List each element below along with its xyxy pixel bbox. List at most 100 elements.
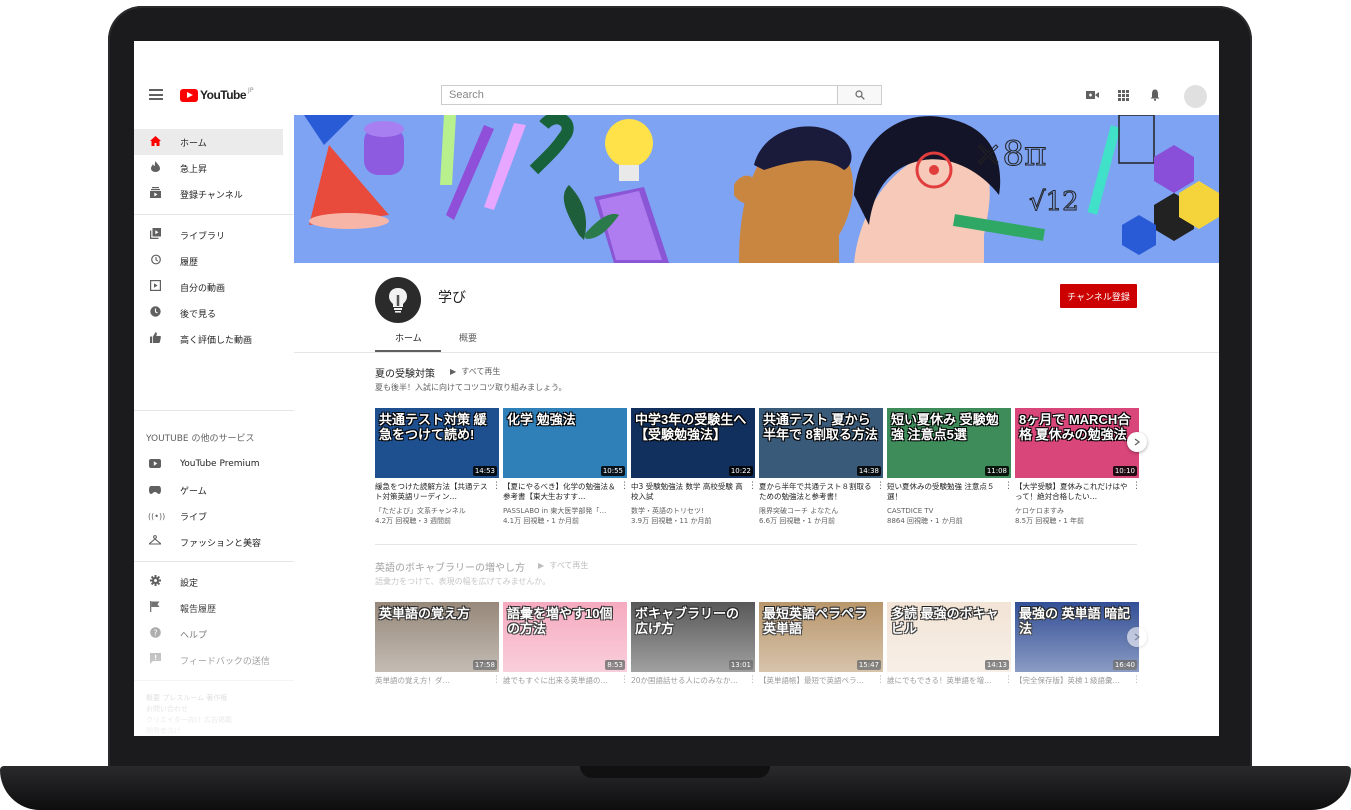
video-thumbnail[interactable]: 最強の 英単語 暗記法 16:40 — [1015, 602, 1139, 672]
create-video-icon[interactable] — [1085, 88, 1099, 102]
lightbulb-icon — [389, 288, 407, 313]
tab-about[interactable]: 概要 — [459, 331, 477, 344]
video-thumbnail[interactable]: 多読 最強のボキャビル 14:13 — [887, 602, 1011, 672]
video-channel-name[interactable]: 数学・英語のトリセツ! — [631, 506, 753, 516]
thumbnail-caption: 共通テスト 夏から半年で 8割取る方法 — [763, 412, 878, 442]
sidebar-item-gaming[interactable]: ゲーム — [134, 477, 283, 503]
sidebar-item-subscriptions[interactable]: 登録チャンネル — [134, 181, 283, 207]
thumbnail-caption: ボキャブラリーの 広げ方 — [635, 606, 740, 636]
video-duration: 10:55 — [600, 466, 625, 476]
more-options-icon[interactable]: ⋮ — [1132, 481, 1141, 491]
footer-links[interactable]: 概要 プレスルーム 著作権 お問い合わせ クリエイター向け 広告掲載 開発者向け — [146, 693, 286, 736]
more-options-icon[interactable]: ⋮ — [876, 675, 885, 685]
thumbnail-caption: 共通テスト対策 緩急をつけて読め! — [379, 412, 487, 442]
next-arrow-button[interactable] — [1127, 432, 1147, 452]
settings-icon — [148, 575, 162, 589]
subscribe-button[interactable]: チャンネル登録 — [1060, 284, 1137, 308]
channel-avatar[interactable] — [375, 277, 421, 323]
video-thumbnail[interactable]: 共通テスト 夏から半年で 8割取る方法 14:38 — [759, 408, 883, 478]
sidebar-item-label: 高く評価した動画 — [180, 335, 253, 346]
shelf-title[interactable]: 夏の受験対策 — [375, 365, 435, 380]
video-title[interactable]: 英単語の覚え方！ダ… — [375, 676, 491, 696]
more-options-icon[interactable]: ⋮ — [876, 481, 885, 491]
video-title[interactable]: 【完全保存版】英検１級語彙… — [1015, 676, 1131, 696]
video-thumbnail[interactable]: ボキャブラリーの 広げ方 13:01 — [631, 602, 755, 672]
sidebar-item-feedback[interactable]: フィードバックの送信 — [134, 647, 283, 673]
sidebar-item-liked-videos[interactable]: 高く評価した動画 — [134, 326, 283, 352]
more-options-icon[interactable]: ⋮ — [1004, 675, 1013, 685]
sidebar-item-report-history[interactable]: 報告履歴 — [134, 595, 283, 621]
notifications-bell-icon[interactable] — [1148, 88, 1162, 102]
video-title[interactable]: 短い夏休みの受験勉強 注意点５選！ — [887, 482, 1003, 502]
menu-icon[interactable] — [149, 89, 163, 100]
sidebar-item-label: ライブラリ — [180, 231, 226, 242]
video-thumbnail[interactable]: 8ヶ月で MARCH合格 夏休みの勉強法 10:10 — [1015, 408, 1139, 478]
more-options-icon[interactable]: ⋮ — [620, 481, 629, 491]
channel-banner: ×8π √12 — [294, 115, 1219, 263]
more-options-icon[interactable]: ⋮ — [1004, 481, 1013, 491]
footer-line: お問い合わせ — [146, 705, 188, 713]
video-duration: 15:47 — [856, 660, 881, 670]
apps-grid-icon[interactable] — [1116, 88, 1130, 102]
video-title[interactable]: 緩急をつけた読解方法【共通テスト対策英語リーディン… — [375, 482, 491, 502]
sidebar-item-settings[interactable]: 設定 — [134, 569, 283, 595]
tab-home[interactable]: ホーム — [395, 331, 422, 344]
video-thumbnail[interactable]: 短い夏休み 受験勉強 注意点5選 11:08 — [887, 408, 1011, 478]
sidebar-item-watch-later[interactable]: 後で見る — [134, 300, 283, 326]
video-thumbnail[interactable]: 語彙を増やす10個の方法 8:53 — [503, 602, 627, 672]
shelf-title[interactable]: 英語のボキャブラリーの増やし方 — [375, 559, 525, 574]
video-stats: 3.9万 回視聴・11 か月前 — [631, 517, 712, 525]
sidebar-item-label: ヘルプ — [180, 630, 208, 641]
sidebar-item-live[interactable]: ((•)) ライブ — [134, 503, 283, 529]
thumbnail-caption: 中学3年の受験生へ【受験勉強法】 — [635, 412, 747, 442]
more-options-icon[interactable]: ⋮ — [748, 481, 757, 491]
search-button[interactable] — [838, 85, 882, 105]
more-options-icon[interactable]: ⋮ — [620, 675, 629, 685]
video-thumbnail[interactable]: 化学 勉強法 10:55 — [503, 408, 627, 478]
services-heading: YOUTUBE の他のサービス — [146, 434, 255, 444]
video-stats: 4.1万 回視聴・1 か月前 — [503, 517, 580, 525]
thumbnail-caption: 最強の 英単語 暗記法 — [1019, 606, 1131, 636]
more-options-icon[interactable]: ⋮ — [492, 481, 501, 491]
video-thumbnail[interactable]: 最短英語ペラペラ 英単語 15:47 — [759, 602, 883, 672]
video-stats: 8.5万 回視聴・1 年前 — [1015, 517, 1085, 525]
video-title[interactable]: 中3 受験勉強法 数学 高校受験 高校入試 — [631, 482, 747, 502]
next-arrow-button[interactable] — [1127, 627, 1147, 647]
video-title[interactable]: 誰にでもできる！英単語を増… — [887, 676, 1003, 696]
video-channel-name[interactable]: PASSLABO in 東大医学部発「… — [503, 506, 625, 516]
sidebar-item-history[interactable]: 履歴 — [134, 248, 283, 274]
video-channel-name[interactable]: CASTDICE TV — [887, 506, 1009, 516]
video-title[interactable]: 誰でもすぐに出来る英単語の… — [503, 676, 619, 696]
search-input[interactable]: Search — [441, 85, 838, 105]
sidebar-item-label: 設定 — [180, 578, 199, 589]
sidebar-item-trending[interactable]: 急上昇 — [134, 155, 283, 181]
youtube-premium-icon — [148, 458, 162, 471]
channel-name: 学び — [438, 290, 466, 306]
video-title[interactable]: 夏から半年で共通テスト８割取るための勉強法と参考書！ — [759, 482, 875, 502]
video-title[interactable]: 【英単語帳】最短で英語ペラ… — [759, 676, 875, 696]
sidebar-item-your-videos[interactable]: 自分の動画 — [134, 274, 283, 300]
sidebar-item-youtube-premium[interactable]: YouTube Premium — [134, 451, 283, 477]
video-thumbnail[interactable]: 共通テスト対策 緩急をつけて読め! 14:53 — [375, 408, 499, 478]
sidebar-item-home[interactable]: ホーム — [134, 129, 283, 155]
video-title[interactable]: 【大学受験】夏休みこれだけはやって！絶対合格したい… — [1015, 482, 1131, 502]
play-all-button[interactable]: ▶ すべて再生 — [450, 366, 500, 377]
more-options-icon[interactable]: ⋮ — [492, 675, 501, 685]
history-icon — [148, 254, 162, 268]
sidebar-item-label: ゲーム — [180, 486, 207, 497]
user-avatar[interactable] — [1184, 85, 1207, 108]
more-options-icon[interactable]: ⋮ — [1132, 675, 1141, 685]
video-channel-name[interactable]: 「ただよび」文系チャンネル — [375, 506, 497, 516]
video-title[interactable]: 20か国語話せる人にのみなか… — [631, 676, 747, 696]
play-all-button[interactable]: ▶ すべて再生 — [538, 560, 588, 571]
video-title[interactable]: 【夏にやるべき】化学の勉強法＆参考書【東大生おすす… — [503, 482, 619, 502]
youtube-logo[interactable]: YouTube JP — [180, 87, 253, 103]
sidebar-item-fashion[interactable]: ファッションと美容 — [134, 529, 283, 555]
sidebar-item-library[interactable]: ライブラリ — [134, 222, 283, 248]
video-channel-name[interactable]: 限界突破コーチ よなたん — [759, 506, 881, 516]
more-options-icon[interactable]: ⋮ — [748, 675, 757, 685]
video-channel-name[interactable]: ケロケロますみ — [1015, 506, 1137, 516]
video-thumbnail[interactable]: 英単語の覚え方 17:58 — [375, 602, 499, 672]
sidebar-item-help[interactable]: ? ヘルプ — [134, 621, 283, 647]
video-thumbnail[interactable]: 中学3年の受験生へ【受験勉強法】 10:22 — [631, 408, 755, 478]
